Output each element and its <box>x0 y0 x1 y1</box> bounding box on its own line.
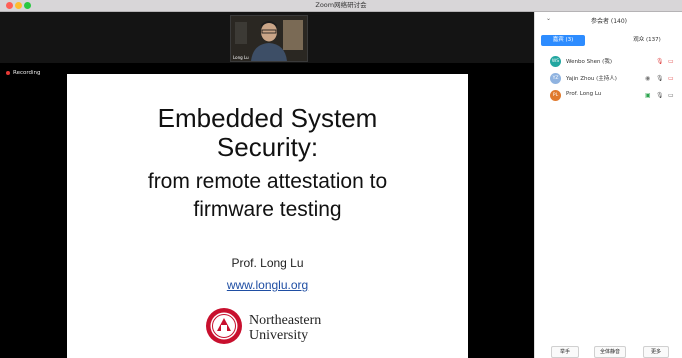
university-name-line-2: University <box>249 328 309 343</box>
raise-hand-button[interactable]: 举手 <box>551 346 579 358</box>
video-off-icon: ▭ <box>668 75 674 82</box>
mic-muted-icon: 🎙︎ <box>656 58 664 65</box>
participant-name: Yajin Zhou (主持人) <box>566 76 617 82</box>
meeting-area: Long Lu Recording Embedded System Securi… <box>0 12 534 358</box>
video-off-icon: ▭ <box>668 58 674 65</box>
slide-title: Embedded System Security: <box>67 104 468 162</box>
recording-label: Recording <box>13 70 41 76</box>
participants-panel: ⌄ 参会者 (140) 嘉宾 (3) 观众 (137) WS Wenbo She… <box>534 12 682 358</box>
participant-name: Prof. Long Lu <box>566 91 602 97</box>
mute-all-button[interactable]: 全体静音 <box>594 346 626 358</box>
avatar: YZ <box>550 73 561 84</box>
slide-subtitle-line-1: from remote attestation to <box>147 170 388 193</box>
university-name: Northeastern University <box>249 313 321 343</box>
university-name-line-1: Northeastern <box>249 313 322 328</box>
slide-title-line-1: Embedded System <box>157 103 378 133</box>
tab-attendees[interactable]: 观众 (137) <box>617 35 677 46</box>
avatar: PL <box>550 90 561 101</box>
panel-footer: 举手 全体静音 更多 <box>535 346 682 358</box>
speaker-video[interactable]: Long Lu <box>230 15 308 62</box>
slide-author: Prof. Long Lu <box>231 256 304 270</box>
participant-list: WS Wenbo Shen (我) 🎙︎ ▭ YZ Yajin Zhou (主持… <box>535 53 682 104</box>
participant-name: Wenbo Shen (我) <box>566 59 612 65</box>
video-icon: ▭ <box>668 92 674 99</box>
participants-header: ⌄ 参会者 (140) <box>535 12 682 28</box>
tab-panelists[interactable]: 嘉宾 (3) <box>541 35 585 46</box>
mic-icon: 🎙︎ <box>656 92 664 99</box>
avatar: WS <box>550 56 561 67</box>
title-bar: Zoom网络研讨会 <box>0 0 682 12</box>
window-title: Zoom网络研讨会 <box>315 1 367 9</box>
participant-row[interactable]: PL Prof. Long Lu ▣ 🎙︎ ▭ <box>535 87 682 104</box>
screen-share-icon: ▣ <box>645 92 651 99</box>
slide-subtitle: from remote attestation to firmware test… <box>67 168 468 224</box>
more-button[interactable]: 更多 <box>643 346 669 358</box>
speaker-name-tag: Long Lu <box>233 55 249 60</box>
recording-status-icon: ◉ <box>645 75 651 82</box>
shared-slide: Embedded System Security: from remote at… <box>67 74 468 358</box>
participant-row[interactable]: WS Wenbo Shen (我) 🎙︎ ▭ <box>535 53 682 70</box>
participant-row[interactable]: YZ Yajin Zhou (主持人) ◉ 🎙︎ ▭ <box>535 70 682 87</box>
slide-url-link[interactable]: www.longlu.org <box>67 278 468 292</box>
participant-tabs: 嘉宾 (3) 观众 (137) <box>541 35 677 46</box>
slide-subtitle-line-2: firmware testing <box>193 198 342 221</box>
university-logo: Northeastern University <box>205 307 335 347</box>
video-strip: Long Lu <box>0 12 534 63</box>
record-dot-icon <box>6 71 10 75</box>
mic-icon: 🎙︎ <box>656 75 664 82</box>
slide-title-line-2: Security: <box>216 132 319 162</box>
recording-indicator: Recording <box>6 68 41 78</box>
participants-title: 参会者 (140) <box>590 18 628 25</box>
university-seal-icon <box>206 308 242 344</box>
